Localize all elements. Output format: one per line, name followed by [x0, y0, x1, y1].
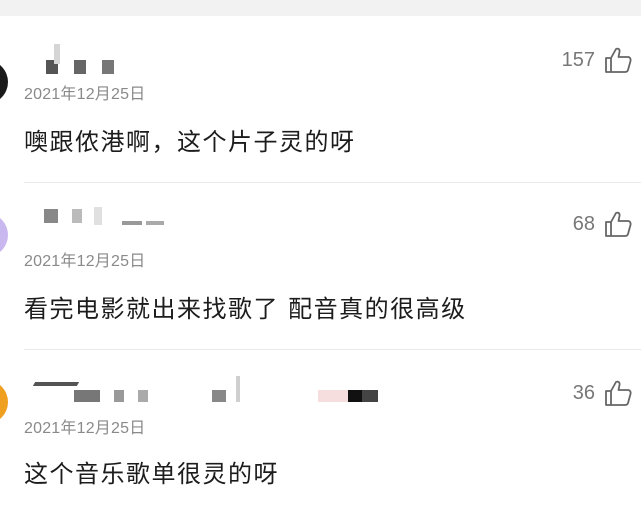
like-control[interactable]: 157 [562, 44, 633, 76]
comment-date: 2021年12月25日 [24, 253, 146, 270]
comment-date: 2021年12月25日 [24, 86, 146, 103]
avatar[interactable] [0, 60, 10, 100]
thumbs-up-icon[interactable] [603, 45, 633, 75]
comment-item: 36 2021年12月25日 这个音乐歌单很灵的呀 [0, 350, 641, 514]
comment-date: 2021年12月25日 [24, 420, 146, 437]
like-count: 36 [572, 381, 595, 404]
like-control[interactable]: 68 [573, 208, 633, 240]
like-count: 68 [572, 212, 595, 235]
like-count: 157 [561, 48, 595, 71]
thumbs-up-icon[interactable] [603, 209, 633, 239]
comment-item: 68 2021年12月25日 看完电影就出来找歌了 配音真的很高级 [0, 183, 641, 349]
cropped-text [0, 0, 28, 7]
top-strip [0, 0, 641, 16]
comment-text: 看完电影就出来找歌了 配音真的很高级 [24, 295, 467, 323]
comment-item: 157 2021年12月25日 噢跟侬港啊，这个片子灵的呀 [0, 16, 641, 182]
thumbs-up-icon[interactable] [603, 378, 633, 408]
comment-text: 噢跟侬港啊，这个片子灵的呀 [24, 128, 356, 156]
avatar[interactable] [0, 213, 10, 253]
comment-text: 这个音乐歌单很灵的呀 [24, 460, 279, 488]
avatar[interactable] [0, 380, 10, 420]
like-control[interactable]: 36 [573, 377, 633, 409]
